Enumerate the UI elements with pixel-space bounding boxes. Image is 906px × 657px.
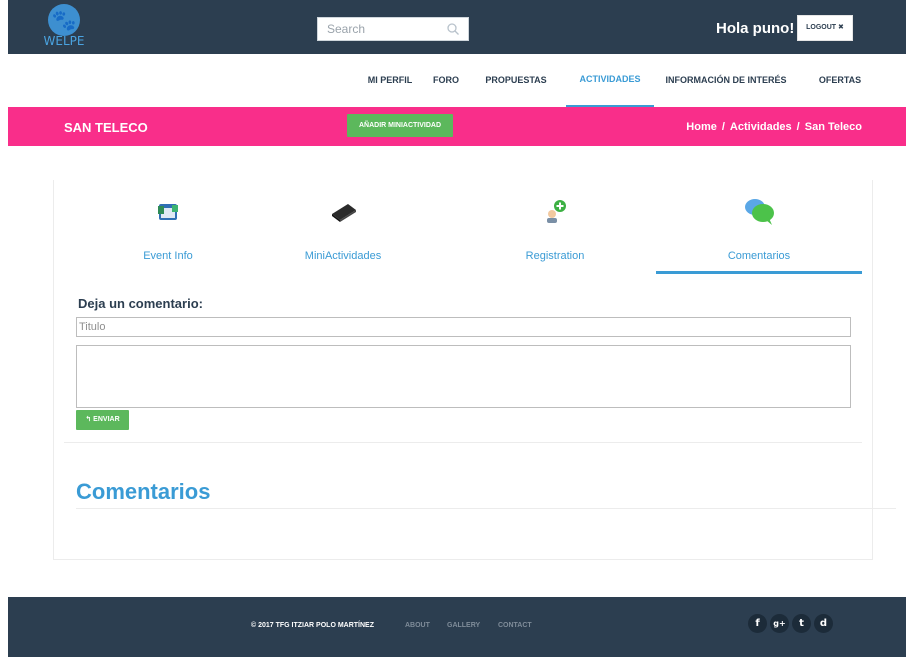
top-bar: 🐾 WELPE Hola puno! LOGOUT ✖ (8, 0, 906, 54)
breadcrumb-actividades[interactable]: Actividades (730, 121, 792, 133)
footer-link-contact[interactable]: CONTACT (498, 622, 532, 629)
divider (64, 442, 862, 443)
registration-icon (547, 200, 566, 223)
page-header-band: SAN TELECO AÑADIR MINIACTIVIDAD Home / Act… (8, 107, 906, 146)
search-box (317, 17, 469, 41)
comment-form-title: Deja un comentario: (78, 296, 203, 311)
tab-label: MiniActividades (304, 250, 382, 262)
breadcrumb: Home / Actividades / San Teleco (686, 121, 862, 133)
main-nav: MI PERFIL FORO PROPUESTAS ACTIVIDADES IN… (8, 54, 906, 107)
nav-item-ofertas[interactable]: OFERTAS (808, 54, 872, 107)
logo[interactable]: 🐾 WELPE (42, 4, 86, 50)
footer-link-about[interactable]: ABOUT (405, 622, 430, 629)
logo-text: WELPE (43, 34, 85, 48)
comment-body-textarea[interactable] (76, 345, 851, 408)
tab-comentarios[interactable]: Comentarios (656, 180, 862, 274)
google-plus-icon[interactable]: g+ (770, 614, 789, 633)
nav-item-propuestas[interactable]: PROPUESTAS (476, 54, 556, 107)
footer-link-gallery[interactable]: GALLERY (447, 622, 480, 629)
greeting-text: Hola puno! (716, 20, 795, 37)
nav-item-mi-perfil[interactable]: MI PERFIL (360, 54, 420, 107)
comments-icon (745, 199, 774, 225)
tab-registration[interactable]: Registration (452, 180, 658, 274)
comment-title-input[interactable] (76, 317, 851, 337)
twitter-icon[interactable]: t (792, 614, 811, 633)
breadcrumb-current: San Teleco (804, 121, 862, 133)
search-icon[interactable] (446, 22, 460, 36)
search-input[interactable] (318, 18, 443, 40)
breadcrumb-separator: / (796, 121, 800, 133)
event-info-icon (158, 204, 178, 220)
nav-item-actividades[interactable]: ACTIVIDADES (566, 54, 654, 107)
divider (76, 508, 896, 509)
paw-icon: 🐾 (51, 8, 77, 32)
dribbble-icon[interactable]: d (814, 614, 833, 633)
tab-label: Registration (525, 250, 585, 262)
page-title: SAN TELECO (64, 120, 148, 135)
send-button[interactable]: ↰ ENVIAR (76, 410, 129, 430)
breadcrumb-home[interactable]: Home (686, 121, 717, 133)
nav-item-foro[interactable]: FORO (426, 54, 466, 107)
mini-activities-icon (332, 204, 356, 222)
comments-heading: Comentarios (76, 479, 211, 504)
tab-miniactividades[interactable]: MiniActividades (240, 180, 446, 274)
copyright-text: © 2017 TFG ITZIAR POLO MARTÍNEZ (251, 622, 374, 629)
nav-item-informacion[interactable]: INFORMACIÓN DE INTERÉS (662, 54, 790, 107)
breadcrumb-separator: / (721, 121, 725, 133)
footer: © 2017 TFG ITZIAR POLO MARTÍNEZ ABOUT GA… (8, 597, 906, 657)
add-miniactivity-button[interactable]: AÑADIR MINIACTIVIDAD (347, 114, 453, 137)
logout-button[interactable]: LOGOUT ✖ (797, 15, 853, 41)
facebook-icon[interactable]: f (748, 614, 767, 633)
tab-label: Comentarios (727, 250, 791, 262)
